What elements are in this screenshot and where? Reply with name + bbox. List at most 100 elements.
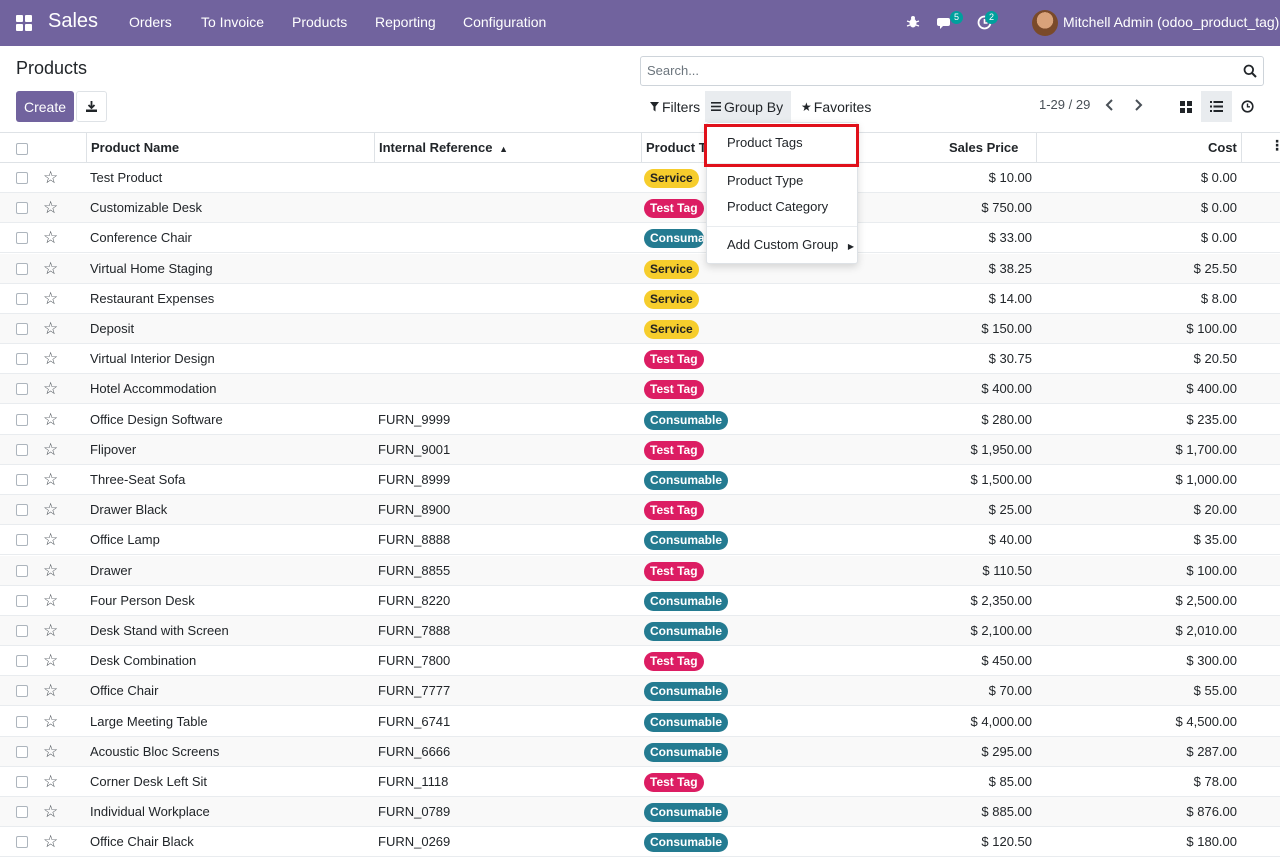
table-row[interactable]: ☆ Individual Workplace FURN_0789 Consumable…: [0, 797, 1280, 828]
favorite-star-icon[interactable]: ☆: [43, 682, 58, 699]
apps-grid-icon[interactable]: [16, 15, 32, 31]
menu-reporting[interactable]: Reporting: [375, 14, 436, 30]
row-checkbox[interactable]: [16, 474, 28, 486]
favorite-star-icon[interactable]: ☆: [43, 622, 58, 639]
favorites-button[interactable]: ★ Favorites: [795, 91, 877, 122]
table-row[interactable]: ☆ Flipover FURN_9001 Test Tag $ 1,950.00 $ 1,…: [0, 434, 1280, 465]
column-cost[interactable]: Cost: [1208, 140, 1237, 155]
row-checkbox[interactable]: [16, 172, 28, 184]
favorite-star-icon[interactable]: ☆: [43, 411, 58, 428]
column-product-tags[interactable]: Product Tags: [646, 140, 704, 155]
favorite-star-icon[interactable]: ☆: [43, 169, 58, 186]
menu-configuration[interactable]: Configuration: [463, 14, 546, 30]
row-checkbox[interactable]: [16, 594, 28, 607]
table-row[interactable]: ☆ Conference Chair Consumable $ 33.00 $ 0.00: [0, 223, 1280, 254]
table-row[interactable]: ☆ Drawer FURN_8855 Test Tag $ 110.50 $ 100.00: [0, 555, 1280, 586]
search-input[interactable]: [647, 63, 1227, 78]
favorite-star-icon[interactable]: ☆: [43, 531, 58, 548]
column-sales-price[interactable]: Sales Price: [949, 140, 1018, 155]
search-icon[interactable]: [1243, 64, 1257, 78]
favorite-star-icon[interactable]: ☆: [43, 471, 58, 488]
table-row[interactable]: ☆ Test Product Service $ 10.00 $ 0.00: [0, 163, 1280, 193]
row-checkbox[interactable]: [16, 534, 28, 547]
favorite-star-icon[interactable]: ☆: [43, 803, 58, 820]
favorite-star-icon[interactable]: ☆: [43, 199, 58, 216]
app-brand[interactable]: Sales: [48, 10, 98, 33]
favorite-star-icon[interactable]: ☆: [43, 350, 58, 367]
export-button[interactable]: [76, 91, 107, 122]
favorite-star-icon[interactable]: ☆: [43, 652, 58, 669]
table-row[interactable]: ☆ Deposit Service $ 150.00 $ 100.00: [0, 314, 1280, 344]
filters-button[interactable]: Filters: [644, 91, 706, 122]
row-checkbox[interactable]: [16, 504, 28, 517]
row-checkbox[interactable]: [16, 776, 28, 788]
favorite-star-icon[interactable]: ☆: [43, 501, 58, 518]
add-custom-group[interactable]: Add Custom Group ▶: [727, 237, 854, 252]
chevron-right-icon[interactable]: [1133, 99, 1143, 111]
row-checkbox[interactable]: [16, 564, 28, 577]
table-row[interactable]: ☆ Three-Seat Sofa FURN_8999 Consumable $ 1,5…: [0, 465, 1280, 495]
table-row[interactable]: ☆ Desk Combination FURN_7800 Test Tag $ 450.…: [0, 646, 1280, 677]
row-checkbox[interactable]: [16, 292, 28, 305]
groupby-product-type[interactable]: Product Type: [727, 173, 803, 188]
user-menu[interactable]: Mitchell Admin (odoo_product_tag): [1063, 14, 1279, 30]
favorite-star-icon[interactable]: ☆: [43, 229, 58, 246]
bug-icon[interactable]: [906, 15, 920, 29]
row-checkbox[interactable]: [16, 806, 28, 819]
table-row[interactable]: ☆ Drawer Black FURN_8900 Test Tag $ 25.00 $ 2…: [0, 495, 1280, 526]
favorite-star-icon[interactable]: ☆: [43, 290, 58, 307]
row-checkbox[interactable]: [16, 715, 28, 728]
favorite-star-icon[interactable]: ☆: [43, 441, 58, 458]
kanban-view-button[interactable]: [1170, 91, 1201, 122]
menu-products[interactable]: Products: [292, 14, 347, 30]
row-checkbox[interactable]: [16, 383, 28, 396]
table-row[interactable]: ☆ Virtual Home Staging Service $ 38.25 $ 25.…: [0, 253, 1280, 284]
list-view-button[interactable]: [1201, 91, 1232, 122]
table-row[interactable]: ☆ Restaurant Expenses Service $ 14.00 $ 8.00: [0, 284, 1280, 314]
row-checkbox[interactable]: [16, 232, 28, 245]
menu-orders[interactable]: Orders: [129, 14, 172, 30]
chevron-left-icon[interactable]: [1105, 99, 1115, 111]
activity-view-button[interactable]: [1232, 91, 1263, 122]
select-all-checkbox[interactable]: [16, 143, 28, 155]
column-product-name[interactable]: Product Name: [91, 140, 179, 155]
table-row[interactable]: ☆ Desk Stand with Screen FURN_7888 Consumab…: [0, 616, 1280, 646]
table-row[interactable]: ☆ Corner Desk Left Sit FURN_1118 Test Tag $ …: [0, 767, 1280, 797]
favorite-star-icon[interactable]: ☆: [43, 562, 58, 579]
favorite-star-icon[interactable]: ☆: [43, 743, 58, 760]
column-internal-reference[interactable]: Internal Reference ▲: [379, 140, 508, 155]
table-row[interactable]: ☆ Virtual Interior Design Test Tag $ 30.75 $…: [0, 344, 1280, 375]
groupby-product-category[interactable]: Product Category: [727, 199, 828, 214]
table-row[interactable]: ☆ Office Lamp FURN_8888 Consumable $ 40.00 $ …: [0, 525, 1280, 556]
favorite-star-icon[interactable]: ☆: [43, 833, 58, 850]
table-row[interactable]: ☆ Office Design Software FURN_9999 Consumab…: [0, 405, 1280, 435]
favorite-star-icon[interactable]: ☆: [43, 380, 58, 397]
favorite-star-icon[interactable]: ☆: [43, 320, 58, 337]
table-row[interactable]: ☆ Acoustic Bloc Screens FURN_6666 Consumabl…: [0, 736, 1280, 767]
row-checkbox[interactable]: [16, 443, 28, 456]
row-checkbox[interactable]: [16, 836, 28, 849]
row-checkbox[interactable]: [16, 202, 28, 215]
row-checkbox[interactable]: [16, 625, 28, 637]
table-row[interactable]: ☆ Office Chair FURN_7777 Consumable $ 70.00 $…: [0, 676, 1280, 707]
favorite-star-icon[interactable]: ☆: [43, 592, 58, 609]
row-checkbox[interactable]: [16, 323, 28, 335]
pager-value[interactable]: 1-29 / 29: [1039, 97, 1090, 112]
create-button[interactable]: Create: [16, 91, 74, 122]
table-row[interactable]: ☆ Four Person Desk FURN_8220 Consumable $ 2,…: [0, 586, 1280, 616]
table-row[interactable]: ☆ Large Meeting Table FURN_6741 Consumable $…: [0, 707, 1280, 737]
row-checkbox[interactable]: [16, 745, 28, 758]
favorite-star-icon[interactable]: ☆: [43, 773, 58, 790]
groupby-button[interactable]: Group By: [705, 91, 791, 122]
table-row[interactable]: ☆ Hotel Accommodation Test Tag $ 400.00 $ 40…: [0, 374, 1280, 405]
optional-columns-icon[interactable]: ⋮: [1270, 137, 1280, 154]
table-row[interactable]: ☆ Office Chair Black FURN_0269 Consumable $ …: [0, 827, 1280, 858]
row-checkbox[interactable]: [16, 413, 28, 426]
row-checkbox[interactable]: [16, 685, 28, 698]
favorite-star-icon[interactable]: ☆: [43, 260, 58, 277]
row-checkbox[interactable]: [16, 262, 28, 275]
menu-to-invoice[interactable]: To Invoice: [201, 14, 264, 30]
favorite-star-icon[interactable]: ☆: [43, 713, 58, 730]
row-checkbox[interactable]: [16, 353, 28, 366]
table-row[interactable]: ☆ Customizable Desk Test Tag $ 750.00 $ 0.00: [0, 193, 1280, 224]
